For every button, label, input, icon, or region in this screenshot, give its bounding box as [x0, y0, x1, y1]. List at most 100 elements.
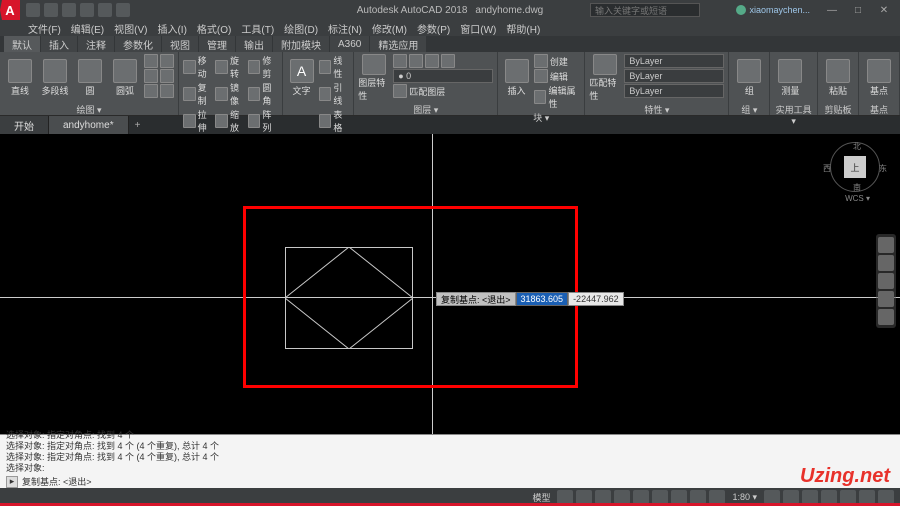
ltype-combo[interactable]: ByLayer [624, 84, 724, 98]
measure-button[interactable]: 测量 [774, 54, 806, 102]
menu-window[interactable]: 窗口(W) [456, 21, 500, 36]
transparency-icon[interactable] [690, 490, 706, 504]
menu-draw[interactable]: 绘图(D) [280, 21, 322, 36]
panel-group-title[interactable]: 组 ▾ [733, 102, 765, 116]
dyn-y-field[interactable]: -22447.962 [568, 292, 624, 306]
nav-wheel-icon[interactable] [878, 237, 894, 253]
search-input[interactable]: 输入关键字或短语 [590, 3, 700, 17]
layermatch-icon[interactable] [393, 84, 407, 98]
status-model[interactable]: 模型 [528, 491, 554, 504]
menu-edit[interactable]: 编辑(E) [67, 21, 108, 36]
menu-format[interactable]: 格式(O) [193, 21, 235, 36]
insert-button[interactable]: 插入 [502, 54, 531, 102]
leader-icon[interactable] [319, 87, 332, 101]
cleanscreen-icon[interactable] [859, 490, 875, 504]
user-menu[interactable]: xiaomaychen... [736, 5, 810, 15]
panel-block-title[interactable]: 块 ▾ [502, 110, 580, 124]
workspace-icon[interactable] [783, 490, 799, 504]
monitor-icon[interactable] [802, 490, 818, 504]
freeze-icon[interactable] [409, 54, 423, 68]
line-button[interactable]: 直线 [4, 54, 36, 102]
rtab-param[interactable]: 参数化 [115, 36, 161, 52]
layer-combo[interactable]: ● 0 [393, 69, 493, 83]
osnap-toggle-icon[interactable] [633, 490, 649, 504]
maximize-button[interactable]: □ [846, 2, 870, 18]
viewcube[interactable]: 上 北 南 东 西 [830, 142, 880, 202]
status-scale[interactable]: 1:80 ▾ [728, 492, 761, 503]
rtab-a360[interactable]: A360 [330, 36, 369, 52]
text-button[interactable]: A文字 [287, 54, 316, 102]
move-icon[interactable] [183, 60, 196, 74]
snap-toggle-icon[interactable] [576, 490, 592, 504]
battedit-icon[interactable] [534, 90, 547, 104]
add-tab-button[interactable]: + [129, 116, 147, 134]
minimize-button[interactable]: — [820, 2, 844, 18]
rect-icon[interactable] [144, 54, 158, 68]
qat-undo-icon[interactable] [80, 3, 94, 17]
mirror-icon[interactable] [215, 87, 228, 101]
bulb-icon[interactable] [393, 54, 407, 68]
color-combo[interactable]: ByLayer [624, 54, 724, 68]
lweight-combo[interactable]: ByLayer [624, 69, 724, 83]
poly-icon[interactable] [160, 54, 174, 68]
cmd-prompt-text[interactable]: 复制基点: <退出> [22, 475, 92, 488]
trim-icon[interactable] [248, 60, 261, 74]
circle-button[interactable]: 圆 [74, 54, 106, 102]
rtab-insert[interactable]: 插入 [41, 36, 77, 52]
panel-util-title[interactable]: 实用工具 ▾ [774, 102, 813, 127]
arc-button[interactable]: 圆弧 [109, 54, 141, 102]
array-icon[interactable] [248, 114, 261, 128]
panel-prop-title[interactable]: 特性 ▾ [589, 102, 724, 116]
menu-view[interactable]: 视图(V) [110, 21, 151, 36]
nav-pan-icon[interactable] [878, 255, 894, 271]
panel-base-title[interactable]: 基点 [863, 102, 895, 116]
rotate-icon[interactable] [215, 60, 228, 74]
nav-orbit-icon[interactable] [878, 291, 894, 307]
copy-icon[interactable] [183, 87, 196, 101]
rtab-annotate[interactable]: 注释 [78, 36, 114, 52]
qat-print-icon[interactable] [116, 3, 130, 17]
layer-props-button[interactable]: 图层特性 [358, 54, 390, 102]
tab-andyhome[interactable]: andyhome* [49, 116, 129, 134]
annoscale-icon[interactable] [764, 490, 780, 504]
otrack-toggle-icon[interactable] [652, 490, 668, 504]
basepoint-button[interactable]: 基点 [863, 54, 895, 102]
rtab-default[interactable]: 默认 [4, 36, 40, 52]
viewcube-face[interactable]: 上 [844, 156, 866, 178]
qat-open-icon[interactable] [44, 3, 58, 17]
rtab-view[interactable]: 视图 [162, 36, 198, 52]
custom-icon[interactable] [878, 490, 894, 504]
dim-icon[interactable] [319, 60, 332, 74]
stretch-icon[interactable] [183, 114, 196, 128]
tab-start[interactable]: 开始 [0, 116, 49, 134]
menu-file[interactable]: 文件(F) [24, 21, 65, 36]
dyn-x-field[interactable]: 31863.605 [516, 292, 569, 306]
qat-redo-icon[interactable] [98, 3, 112, 17]
panel-layers-title[interactable]: 图层 ▾ [358, 102, 493, 116]
fillet-icon[interactable] [248, 87, 261, 101]
matchprop-button[interactable]: 匹配特性 [589, 54, 621, 102]
lwt-toggle-icon[interactable] [671, 490, 687, 504]
qat-save-icon[interactable] [62, 3, 76, 17]
menu-param[interactable]: 参数(P) [413, 21, 454, 36]
bedit-icon[interactable] [534, 69, 548, 83]
table-icon[interactable] [319, 114, 332, 128]
ellipse-icon[interactable] [144, 69, 158, 83]
group-button[interactable]: 组 [733, 54, 765, 102]
menu-dim[interactable]: 标注(N) [324, 21, 366, 36]
rtab-output[interactable]: 输出 [236, 36, 272, 52]
ortho-toggle-icon[interactable] [595, 490, 611, 504]
command-window[interactable]: 选择对象: 指定对角点: 找到 4 个 选择对象: 指定对角点: 找到 4 个 … [0, 434, 900, 490]
menu-help[interactable]: 帮助(H) [502, 21, 544, 36]
nav-showmotion-icon[interactable] [878, 309, 894, 325]
menu-tools[interactable]: 工具(T) [237, 21, 278, 36]
lock-icon[interactable] [425, 54, 439, 68]
drawing-canvas[interactable]: 复制基点: <退出> 31863.605 -22447.962 上 北 南 东 … [0, 134, 900, 434]
polar-toggle-icon[interactable] [614, 490, 630, 504]
app-logo[interactable]: A [0, 0, 20, 20]
qat-new-icon[interactable] [26, 3, 40, 17]
rtab-featured[interactable]: 精选应用 [370, 36, 426, 52]
paste-button[interactable]: 粘贴 [822, 54, 854, 102]
cycling-icon[interactable] [709, 490, 725, 504]
panel-draw-title[interactable]: 绘图 ▾ [4, 102, 174, 116]
